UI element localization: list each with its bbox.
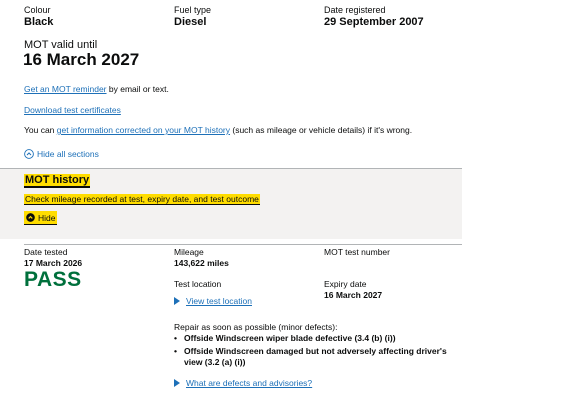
- date-registered-label: Date registered: [324, 5, 386, 15]
- hide-all-sections-button[interactable]: Hide all sections: [24, 149, 99, 159]
- triangle-right-icon: [174, 379, 180, 387]
- chevron-up-circle-icon: [24, 149, 34, 159]
- corrected-suffix: (such as mileage or vehicle details) if …: [230, 125, 413, 135]
- repair-heading: Repair as soon as possible (minor defect…: [174, 322, 338, 332]
- mot-history-subtitle: Check mileage recorded at test, expiry d…: [24, 194, 260, 204]
- defect-item: • Offside Windscreen wiper blade defecti…: [174, 333, 464, 344]
- mot-reminder-line: Get an MOT reminder by email or text.: [24, 84, 169, 94]
- mot-reminder-link[interactable]: Get an MOT reminder: [24, 84, 107, 94]
- defect-list: • Offside Windscreen wiper blade defecti…: [174, 333, 464, 368]
- defect-item: • Offside Windscreen damaged but not adv…: [174, 346, 464, 368]
- test-divider: [24, 244, 462, 245]
- mot-history-panel: MOT history Check mileage recorded at te…: [0, 168, 462, 239]
- triangle-right-icon: [174, 297, 180, 305]
- expiry-date-value: 16 March 2027: [324, 290, 383, 300]
- defect-text: Offside Windscreen damaged but not adver…: [184, 346, 447, 367]
- download-line: Download test certificates: [24, 105, 121, 115]
- fuel-type-label: Fuel type: [174, 5, 212, 15]
- mot-valid-date: 16 March 2027: [23, 50, 140, 69]
- corrected-info-line: You can get information corrected on you…: [24, 125, 412, 135]
- mot-reminder-suffix: by email or text.: [106, 84, 169, 94]
- hide-label: Hide: [38, 212, 56, 223]
- chevron-up-circle-icon: [26, 213, 35, 222]
- fuel-type-value: Diesel: [174, 16, 207, 28]
- mot-history-hide-button[interactable]: Hide: [24, 211, 58, 224]
- corrected-info-link[interactable]: get information corrected on your MOT hi…: [57, 125, 230, 135]
- view-test-location-toggle[interactable]: View test location: [174, 296, 252, 306]
- view-test-location-link[interactable]: View test location: [186, 296, 252, 306]
- test-result-pass: PASS: [24, 268, 82, 291]
- bullet: •: [174, 333, 177, 343]
- defects-advisories-toggle[interactable]: What are defects and advisories?: [174, 378, 312, 388]
- defect-text: Offside Windscreen wiper blade defective…: [184, 333, 396, 343]
- date-tested-label: Date tested: [24, 247, 68, 257]
- mot-history-title[interactable]: MOT history: [24, 174, 91, 186]
- test-location-label: Test location: [174, 279, 222, 289]
- colour-value: Black: [24, 16, 54, 28]
- bullet: •: [174, 346, 177, 356]
- date-registered-value: 29 September 2007: [324, 16, 424, 28]
- download-certificates-link[interactable]: Download test certificates: [24, 105, 121, 115]
- hide-all-sections-label: Hide all sections: [37, 149, 99, 159]
- date-tested-value: 17 March 2026: [24, 258, 83, 268]
- mileage-label: Mileage: [174, 247, 204, 257]
- corrected-prefix: You can: [24, 125, 57, 135]
- expiry-date-label: Expiry date: [324, 279, 367, 289]
- defects-advisories-link[interactable]: What are defects and advisories?: [186, 378, 312, 388]
- mileage-value: 143,622 miles: [174, 258, 229, 268]
- colour-label: Colour: [24, 5, 51, 15]
- mot-test-number-label: MOT test number: [324, 247, 390, 257]
